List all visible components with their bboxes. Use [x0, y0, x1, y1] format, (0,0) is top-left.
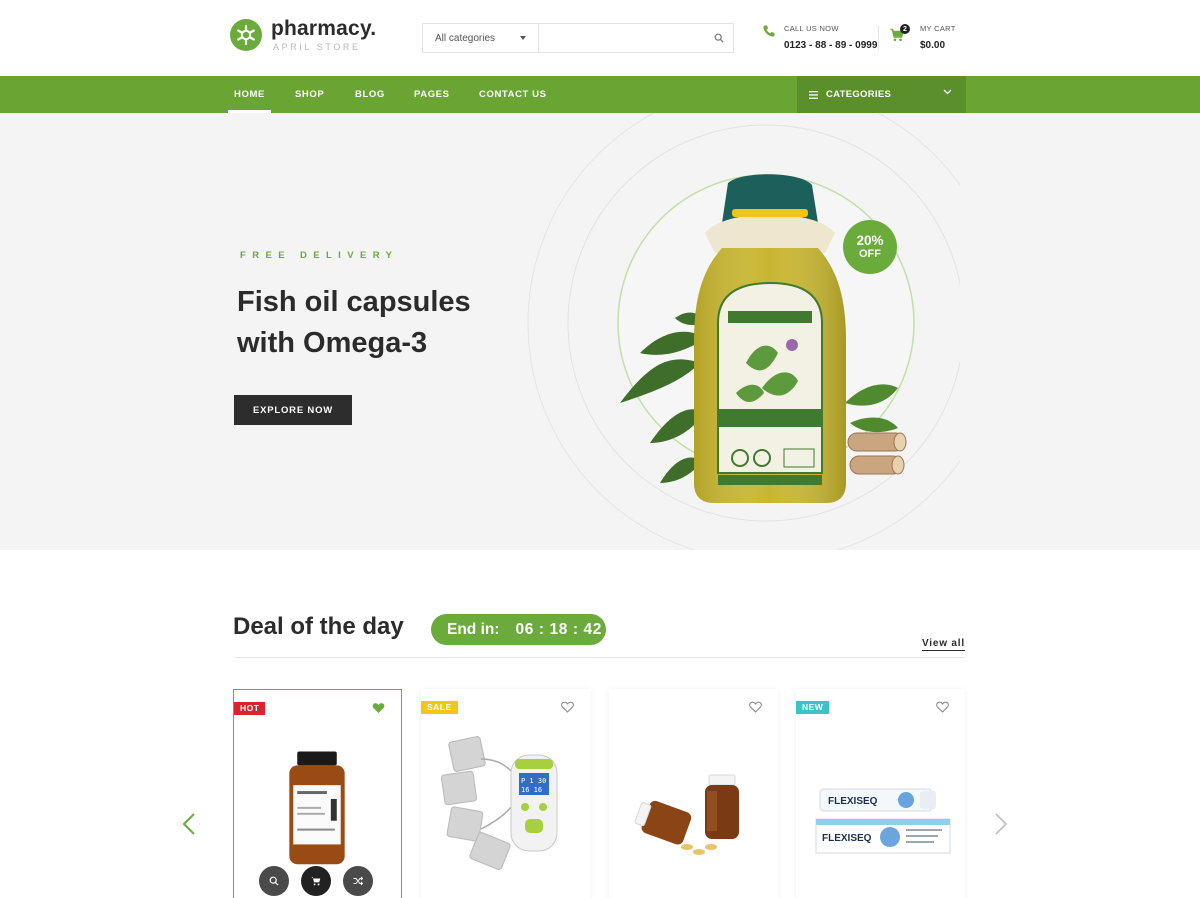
countdown-timer: End in: 06 : 18 : 42	[431, 614, 606, 645]
product-card[interactable]: P 1 30 16 16 SALE	[421, 689, 590, 898]
heart-filled-icon[interactable]	[372, 702, 385, 714]
brand-name: pharmacy.	[271, 17, 377, 40]
phone-icon	[763, 25, 775, 37]
discount-off-label: OFF	[859, 248, 881, 260]
deal-section-title: Deal of the day	[233, 613, 404, 640]
search-input[interactable]	[539, 24, 705, 52]
product-card[interactable]	[609, 689, 778, 898]
search-icon	[269, 876, 279, 886]
call-label: CALL US NOW	[784, 24, 839, 33]
call-us: CALL US NOW 0123 - 88 - 89 - 0999	[762, 24, 877, 51]
logo[interactable]: pharmacy. APRIL STORE	[230, 18, 376, 52]
nav-pages[interactable]: PAGES	[414, 76, 450, 113]
timer-label: End in:	[447, 620, 500, 638]
hero-eyebrow: FREE DELIVERY	[240, 250, 399, 261]
svg-text:16 16: 16 16	[521, 786, 542, 794]
product-card[interactable]: FLEXISEQ FLEXISEQ NEW	[796, 689, 965, 898]
cart-label: MY CART	[920, 24, 956, 33]
hero-product-image	[527, 113, 960, 550]
section-divider	[235, 657, 965, 658]
header-divider	[878, 26, 879, 50]
category-select[interactable]: All categories	[423, 24, 539, 52]
cart-count-badge: 2	[900, 24, 910, 34]
product-image-flexiseq-box: FLEXISEQ FLEXISEQ	[815, 788, 951, 854]
product-tag-hot: HOT	[234, 702, 266, 715]
nav-home[interactable]: HOME	[228, 76, 271, 113]
caret-down-icon	[520, 36, 526, 40]
search-button[interactable]	[705, 24, 733, 52]
product-image-medicine-jars	[634, 774, 739, 855]
brand-tagline: APRIL STORE	[273, 42, 361, 52]
carousel-prev-arrow-icon[interactable]	[182, 812, 196, 836]
discount-badge: 20% OFF	[843, 220, 897, 274]
cart[interactable]: 2 MY CART $0.00	[890, 24, 956, 51]
search-icon	[714, 33, 724, 43]
site-header: pharmacy. APRIL STORE All categories CAL…	[0, 0, 1200, 76]
category-select-value: All categories	[435, 32, 496, 44]
nav-blog[interactable]: BLOG	[355, 76, 385, 113]
discount-percent: 20%	[856, 233, 884, 248]
cart-total: $0.00	[920, 40, 946, 51]
compare-button[interactable]	[343, 866, 373, 896]
carousel-next-arrow-icon[interactable]	[994, 812, 1008, 836]
pharmacy-logo-icon	[230, 19, 262, 51]
chevron-down-icon	[943, 89, 952, 95]
shuffle-icon	[353, 876, 363, 886]
svg-text:FLEXISEQ: FLEXISEQ	[822, 833, 872, 844]
cart-icon	[311, 877, 321, 886]
product-image-tens-device: P 1 30 16 16	[440, 736, 558, 870]
view-all-link[interactable]: View all	[922, 638, 965, 651]
quick-view-button[interactable]	[259, 866, 289, 896]
heart-outline-icon[interactable]	[749, 701, 762, 713]
product-tag-sale: SALE	[421, 701, 458, 714]
product-tag-new: NEW	[796, 701, 830, 714]
nav-contact-us[interactable]: CONTACT US	[479, 76, 547, 113]
explore-now-button[interactable]: EXPLORE NOW	[234, 395, 352, 425]
menu-lines-icon	[809, 90, 818, 99]
svg-text:P 1 30: P 1 30	[521, 777, 546, 785]
svg-text:FLEXISEQ: FLEXISEQ	[828, 796, 878, 807]
categories-dropdown[interactable]: CATEGORIES	[797, 76, 966, 113]
timer-value: 06 : 18 : 42	[515, 620, 603, 638]
main-nav: HOME SHOP BLOG PAGES CONTACT US CATEGORI…	[0, 76, 1200, 113]
product-card[interactable]: HOT	[233, 689, 402, 898]
heart-outline-icon[interactable]	[561, 701, 574, 713]
categories-label: CATEGORIES	[826, 89, 892, 100]
hero-banner: FREE DELIVERY Fish oil capsules with Ome…	[0, 113, 1200, 550]
add-to-cart-button[interactable]	[301, 866, 331, 896]
heart-outline-icon[interactable]	[936, 701, 949, 713]
phone-number[interactable]: 0123 - 88 - 89 - 0999	[784, 40, 877, 51]
nav-shop[interactable]: SHOP	[295, 76, 324, 113]
search-bar: All categories	[422, 23, 734, 53]
